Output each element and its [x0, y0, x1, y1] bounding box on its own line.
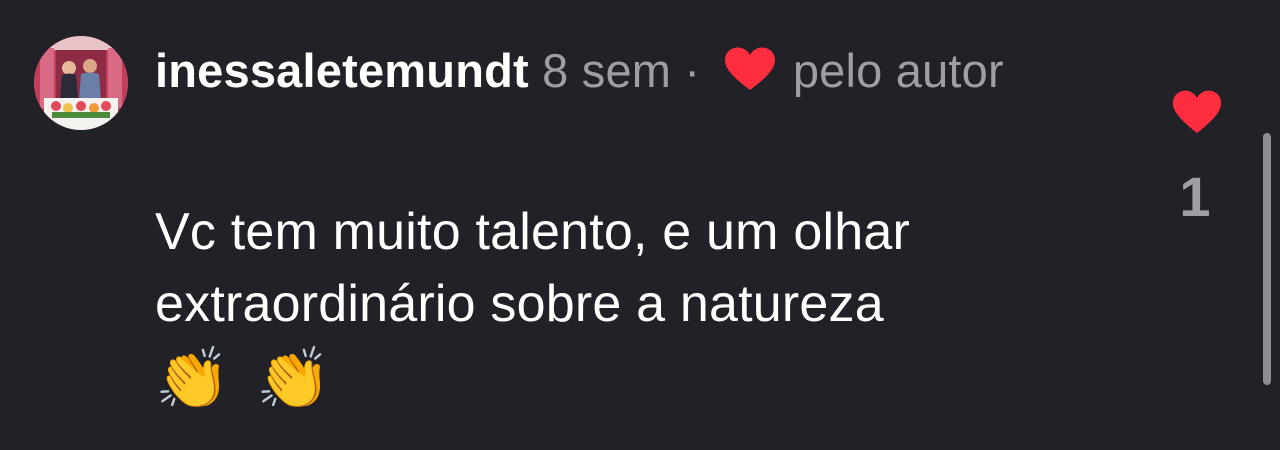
clapping-hands-emoji: 👏: [256, 345, 332, 412]
heart-filled-icon: [1172, 90, 1222, 134]
meta-separator: ·: [684, 44, 701, 97]
comment-item: inessaletemundt 8 sem · pelo autor Vc te…: [0, 0, 1280, 450]
heart-icon: [724, 42, 776, 108]
avatar-photo: [34, 36, 128, 130]
username-link[interactable]: inessaletemundt: [155, 44, 529, 97]
comment-header: inessaletemundt 8 sem · pelo autor: [155, 38, 1035, 108]
comment-timestamp: 8 sem: [542, 44, 672, 97]
avatar[interactable]: [34, 36, 128, 130]
like-count[interactable]: 1: [1150, 162, 1240, 232]
like-button[interactable]: [1172, 89, 1222, 135]
clapping-hands-emoji: 👏: [155, 345, 230, 412]
comment-emojis: 👏 👏: [155, 343, 341, 415]
scrollbar[interactable]: [1263, 133, 1271, 385]
liked-by-author-label: pelo autor: [792, 44, 1004, 97]
comment-text: Vc tem muito talento, e um olhar extraor…: [155, 203, 910, 333]
